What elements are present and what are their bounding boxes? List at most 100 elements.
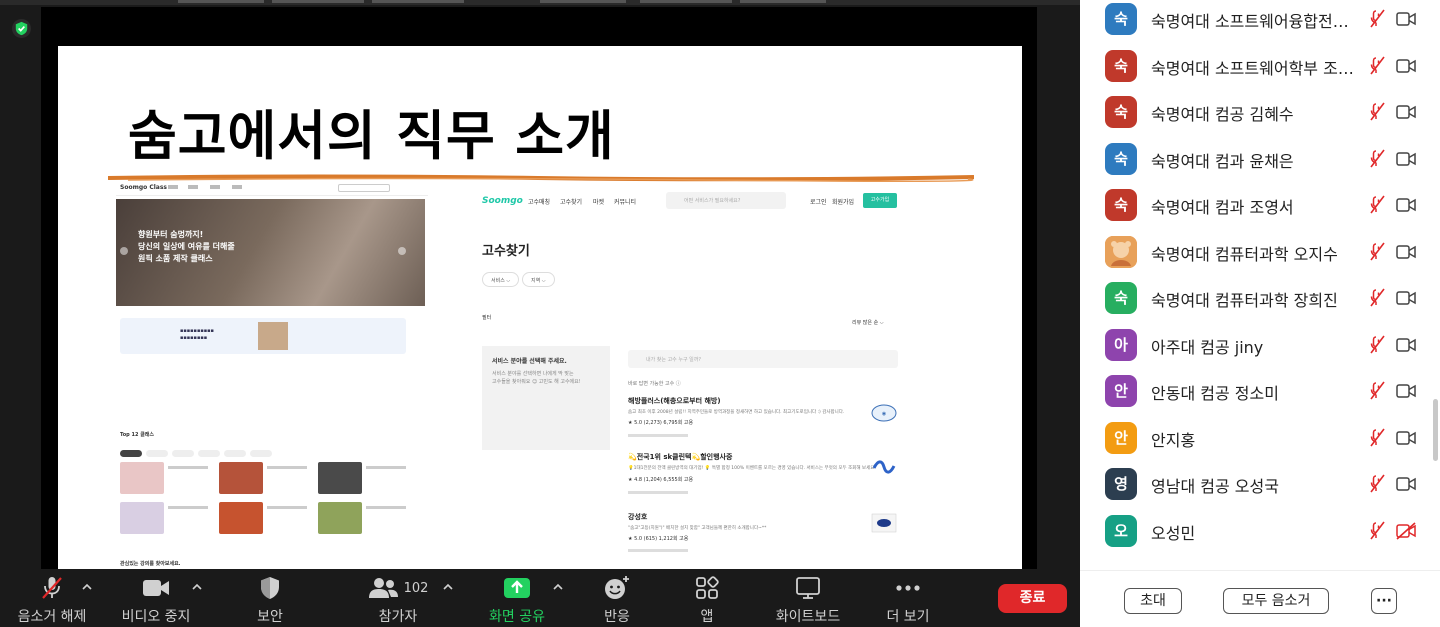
apps-button[interactable]: 앱 (684, 570, 730, 627)
avatar: 숙 (1105, 142, 1137, 175)
video-camera-icon[interactable] (1396, 57, 1416, 75)
participant-row[interactable]: 안 안동대 컴공 정소미 (1080, 370, 1430, 416)
invite-button[interactable]: 초대 (1124, 588, 1182, 614)
more-button[interactable]: 더 보기 (880, 570, 936, 627)
mock-login: 로그인 (810, 199, 827, 206)
encryption-shield-icon[interactable] (12, 19, 31, 38)
thumbnail[interactable] (540, 0, 626, 3)
video-thumbnail-strip[interactable] (0, 0, 1080, 5)
participant-row[interactable]: 숙 숙명여대 소프트웨어융합전공 ... (1080, 0, 1430, 44)
thumbnail[interactable] (178, 0, 264, 3)
mock-pro-search: 내가 찾는 고수 누구 일까? (628, 350, 898, 368)
mock-pro-title: 💫전국1위 sk클린텍💫할인행사중 (628, 453, 733, 461)
more-options-button[interactable]: ··· (1371, 588, 1397, 614)
mic-muted-icon[interactable] (1369, 474, 1389, 494)
mock-nav-link (232, 185, 242, 189)
participants-button[interactable]: 102 참가자 (360, 570, 436, 627)
mock-text-line (168, 506, 208, 509)
chevron-up-icon[interactable] (190, 580, 204, 594)
thumbnail[interactable] (740, 0, 826, 3)
participants-scrollbar[interactable] (1431, 0, 1440, 570)
whiteboard-button[interactable]: 화이트보드 (766, 570, 850, 627)
mock-logo: Soomgo Class (120, 184, 167, 191)
thumbnail[interactable] (372, 0, 464, 3)
mic-muted-icon[interactable] (1369, 335, 1389, 355)
video-camera-icon[interactable] (1396, 10, 1416, 28)
stop-video-button[interactable]: 비디오 중지 (118, 570, 194, 627)
participant-row[interactable]: 오 오성민 (1080, 510, 1430, 556)
participant-name: 숙명여대 컴퓨터과학 장희진 (1151, 291, 1338, 310)
mic-muted-icon[interactable] (1369, 521, 1389, 541)
mock-text-line (366, 466, 406, 469)
participant-row[interactable]: 영 영남대 컴공 오성국 (1080, 463, 1430, 509)
mock-text-line (267, 506, 307, 509)
shield-icon (261, 577, 279, 599)
empty-title: 서비스 분야를 선택해 주세요. (492, 358, 567, 365)
security-button[interactable]: 보안 (238, 570, 302, 627)
mic-muted-icon[interactable] (1369, 149, 1389, 169)
mic-muted-icon[interactable] (1369, 242, 1389, 262)
participant-row[interactable]: 숙 숙명여대 컴과 조영서 (1080, 184, 1430, 230)
video-camera-icon[interactable] (1396, 150, 1416, 168)
mock-text-line (628, 549, 688, 552)
chevron-up-icon[interactable] (551, 580, 565, 594)
presentation-slide: 숨고에서의 직무 소개 Soomgo Class 향원부터 숨멍까지! 당신의 … (58, 46, 1022, 569)
thumbnail[interactable] (272, 0, 364, 3)
video-camera-icon[interactable] (1396, 243, 1416, 261)
participants-list[interactable]: 숙 숙명여대 소프트웨어융합전공 ... 숙 숙명여대 소프트웨어학부 조현... 숙 숙… (1080, 0, 1440, 570)
avatar: 아 (1105, 328, 1137, 361)
video-camera-icon[interactable] (1396, 196, 1416, 214)
zoom-window: 숨고에서의 직무 소개 Soomgo Class 향원부터 숨멍까지! 당신의 … (0, 0, 1440, 627)
chevron-up-icon[interactable] (80, 580, 94, 594)
scrollbar-thumb[interactable] (1433, 399, 1438, 461)
share-screen-label: 화면 공유 (489, 609, 545, 625)
participant-name: 숙명여대 컴과 조영서 (1151, 198, 1294, 217)
empty-desc: 서비스 분야를 선택하면 나에게 딱 맞는 고수들을 찾아줘요 ☺ 고민도 해 … (492, 370, 581, 386)
mock-nav-item: 커뮤니티 (614, 199, 637, 206)
video-camera-icon[interactable] (1396, 103, 1416, 121)
video-camera-icon[interactable] (1396, 429, 1416, 447)
video-camera-icon[interactable] (1396, 382, 1416, 400)
avatar: 숙 (1105, 96, 1137, 128)
mic-muted-icon[interactable] (1369, 56, 1389, 76)
mock-section-top: Top 12 클래스 (120, 432, 155, 438)
mock-empty-box: 서비스 분야를 선택해 주세요. 서비스 분야를 선택하면 나에게 딱 맞는 고… (482, 346, 610, 450)
participant-row[interactable]: 숙 숙명여대 컴퓨터과학 장희진 (1080, 277, 1430, 323)
participant-row[interactable]: 숙 숙명여대 소프트웨어학부 조현... (1080, 45, 1430, 91)
mock-pro-title: 강성호 (628, 513, 648, 521)
video-camera-icon[interactable] (1396, 475, 1416, 493)
video-off-icon[interactable] (1396, 521, 1416, 540)
participant-row[interactable]: 안 안지홍 (1080, 417, 1430, 463)
mic-muted-icon[interactable] (1369, 428, 1389, 448)
mock-chip (224, 450, 246, 457)
share-screen-button[interactable]: 화면 공유 (482, 570, 552, 627)
mic-muted-icon[interactable] (1369, 102, 1389, 122)
stop-video-label: 비디오 중지 (121, 609, 191, 625)
thumbnail[interactable] (640, 0, 732, 3)
mute-all-button[interactable]: 모두 음소거 (1223, 588, 1329, 614)
participant-row[interactable]: 숙명여대 컴퓨터과학 오지수 (1080, 231, 1430, 277)
participant-row[interactable]: 숙 숙명여대 컴공 김혜수 (1080, 91, 1430, 137)
end-meeting-button[interactable]: 종료 (998, 584, 1067, 613)
mic-muted-icon[interactable] (1369, 288, 1389, 308)
avatar: 영 (1105, 468, 1137, 500)
mock-hero-text: 향원부터 숨멍까지! 당신의 일상에 여유를 더해줄 원픽 소품 제작 클래스 (138, 229, 235, 265)
mic-muted-icon[interactable] (1369, 381, 1389, 401)
participant-row[interactable]: 숙 숙명여대 컴과 윤채은 (1080, 138, 1430, 184)
mock-chip (146, 450, 168, 457)
participant-row[interactable]: 아 아주대 컴공 jiny (1080, 324, 1430, 370)
video-camera-icon[interactable] (1396, 289, 1416, 307)
chevron-up-icon[interactable] (441, 580, 455, 594)
unmute-button[interactable]: 음소거 해제 (12, 570, 92, 627)
meeting-area: 숨고에서의 직무 소개 Soomgo Class 향원부터 숨멍까지! 당신의 … (0, 0, 1080, 627)
reactions-button[interactable]: 반응 (592, 570, 642, 627)
hero-line: 당신의 일상에 여유를 더해줄 (138, 242, 235, 251)
hero-next-arrow (398, 247, 406, 255)
mock-filter-label: 필터 (482, 315, 492, 321)
video-camera-icon[interactable] (1396, 336, 1416, 354)
mic-muted-icon[interactable] (1369, 9, 1389, 29)
mic-muted-icon[interactable] (1369, 195, 1389, 215)
share-screen-icon (504, 578, 530, 598)
mock-nav-item: 고수매칭 (528, 199, 551, 206)
avatar (1105, 235, 1137, 268)
